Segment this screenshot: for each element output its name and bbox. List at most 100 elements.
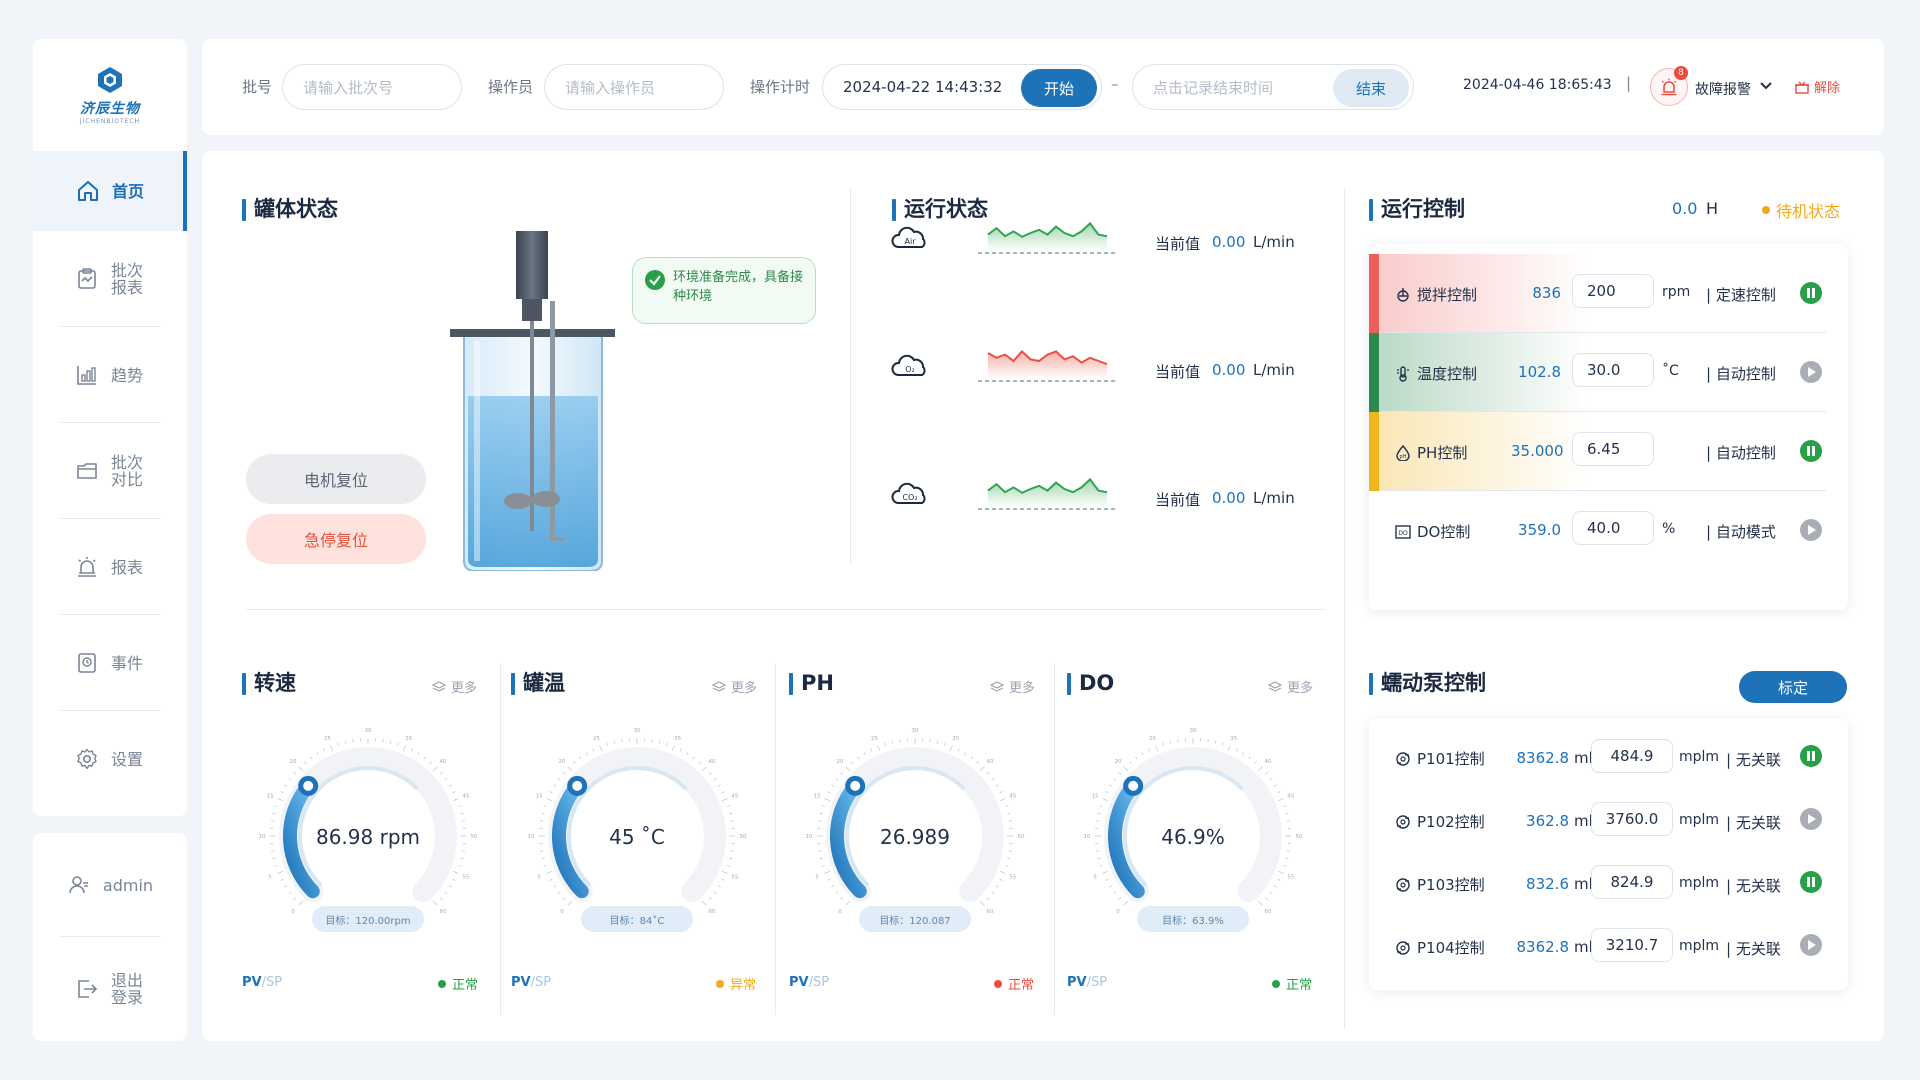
sidebar-item-home[interactable]: 首页 <box>33 151 187 231</box>
gauge-title-0: 转速 <box>242 671 296 695</box>
gas-flow-unit: L/min <box>1253 489 1295 507</box>
pause-icon[interactable] <box>1800 440 1822 462</box>
divider <box>1054 663 1055 1015</box>
sidebar-item-trend[interactable]: 趋势 <box>33 327 187 423</box>
pump-rate-input[interactable]: 3760.0 <box>1591 802 1673 836</box>
pump-rate-input[interactable]: 484.9 <box>1591 739 1673 773</box>
row-accent-bar <box>1369 333 1379 412</box>
sidebar-item-label: 事件 <box>111 653 144 673</box>
pump-rate-input[interactable]: 824.9 <box>1591 865 1673 899</box>
more-link[interactable]: 更多 <box>1268 677 1313 696</box>
gauge-tick-label: 45 <box>731 793 738 799</box>
sidebar-item-label: 首页 <box>111 181 144 201</box>
gas-sparkline <box>978 349 1118 382</box>
pause-icon[interactable] <box>1800 745 1822 767</box>
release-label: 解除 <box>1814 81 1841 96</box>
sidebar-item-events[interactable]: 事件 <box>33 615 187 711</box>
cloud-icon: CO₂ <box>891 482 926 504</box>
motor-reset-button[interactable]: 电机复位 <box>246 454 426 504</box>
gauge-tick-label: 35 <box>405 736 412 742</box>
play-icon[interactable] <box>1800 519 1822 541</box>
main-panel: 罐体状态 环境准备完成，具备接种环境 电机复位 急停复位 运行状态 Air 当前值… <box>202 151 1884 1041</box>
gauge-tick-label: 45 <box>1009 793 1016 799</box>
pump-row-4: P104控制 8362.8 ml 3210.7 mplm | 无关联 <box>1369 915 1848 978</box>
play-icon[interactable] <box>1800 808 1822 830</box>
chevron-down-icon[interactable] <box>1759 75 1773 95</box>
pv-sp-toggle[interactable]: PV/SP <box>242 975 282 990</box>
sidebar-item-label: 批次报表 <box>111 261 144 297</box>
layers-icon <box>990 680 1004 692</box>
gauge-tick-label: 0 <box>838 909 842 915</box>
gear-icon <box>77 748 97 770</box>
gauge-tick-label: 40 <box>440 759 447 765</box>
alarm-lamp-icon <box>78 557 96 577</box>
sidebar-item-batch-report[interactable]: 批次报表 <box>33 231 187 327</box>
release-button[interactable]: 解除 <box>1794 77 1840 96</box>
pv-sp-toggle[interactable]: PV/SP <box>511 975 551 990</box>
pump-label: P101控制 <box>1395 748 1485 769</box>
pump-link-mode[interactable]: | 无关联 <box>1726 938 1781 959</box>
setpoint-unit: % <box>1662 521 1676 537</box>
status-label: 正常 <box>452 978 479 993</box>
operator-input[interactable]: 请输入操作员 <box>544 64 724 110</box>
control-mode[interactable]: | 定速控制 <box>1706 284 1776 305</box>
setpoint-input[interactable]: 40.0 <box>1572 511 1654 545</box>
control-mode[interactable]: | 自动模式 <box>1706 521 1776 542</box>
pause-icon[interactable] <box>1800 871 1822 893</box>
gauge-title-3: DO <box>1067 671 1114 695</box>
pump-volume-unit: ml <box>1574 812 1593 830</box>
status-label: 正常 <box>1008 978 1035 993</box>
setpoint-input[interactable]: 200 <box>1572 274 1654 308</box>
gas-row-1: O₂ 当前值 0.00 L/min <box>890 337 1310 397</box>
environment-notice: 环境准备完成，具备接种环境 <box>632 257 816 324</box>
pause-icon[interactable] <box>1800 282 1822 304</box>
end-button[interactable]: 结束 <box>1333 69 1409 107</box>
status-label: 正常 <box>1286 978 1313 993</box>
gauge-tick-label: 0 <box>291 909 295 915</box>
control-name: DO控制 <box>1417 523 1471 541</box>
setpoint-input[interactable]: 6.45 <box>1572 432 1654 466</box>
play-icon[interactable] <box>1800 361 1822 383</box>
pump-volume: 832.6 <box>1526 875 1569 893</box>
sidebar-item-batch-compare[interactable]: 批次对比 <box>33 423 187 519</box>
pump-icon <box>1396 877 1410 892</box>
user-account[interactable]: admin <box>33 833 187 937</box>
operator-label: 操作员 <box>488 78 534 96</box>
pv-sp-toggle[interactable]: PV/SP <box>1067 975 1107 990</box>
logo-icon <box>98 67 122 93</box>
more-link[interactable]: 更多 <box>990 677 1035 696</box>
pump-rate-unit: mplm <box>1679 875 1720 891</box>
more-label: 更多 <box>1009 681 1036 696</box>
pump-link-mode[interactable]: | 无关联 <box>1726 875 1781 896</box>
sidebar-item-settings[interactable]: 设置 <box>33 711 187 807</box>
pv-sp-toggle[interactable]: PV/SP <box>789 975 829 990</box>
pump-rate-unit: mplm <box>1679 938 1720 954</box>
brand-sub: JICHENBIOTECH <box>79 118 141 125</box>
svg-text:DO: DO <box>1398 530 1408 537</box>
gas-flow-unit: L/min <box>1253 233 1295 251</box>
end-time-field[interactable]: 点击记录结束时间 结束 <box>1132 64 1414 110</box>
estop-reset-button[interactable]: 急停复位 <box>246 514 426 564</box>
start-time-field[interactable]: 2024-04-22 14:43:32 开始 <box>822 64 1102 110</box>
more-link[interactable]: 更多 <box>432 677 477 696</box>
calibrate-button[interactable]: 标定 <box>1739 671 1847 703</box>
setpoint-input[interactable]: 30.0 <box>1572 353 1654 387</box>
gauge-tick-label: 5 <box>815 875 819 881</box>
cloud-icon: Air <box>891 226 926 248</box>
ph-control-row: pH PH控制 35.000 6.45 | 自动控制 <box>1369 412 1848 491</box>
pump-label: P103控制 <box>1395 874 1485 895</box>
sidebar-item-report[interactable]: 报表 <box>33 519 187 615</box>
pump-rate-input[interactable]: 3210.7 <box>1591 928 1673 962</box>
bioreactor-illustration <box>450 231 615 571</box>
logout-button[interactable]: 退出登录 <box>33 937 187 1041</box>
batch-input[interactable]: 请输入批次号 <box>282 64 462 110</box>
more-link[interactable]: 更多 <box>712 677 757 696</box>
start-button[interactable]: 开始 <box>1021 69 1097 107</box>
pump-link-mode[interactable]: | 无关联 <box>1726 749 1781 770</box>
control-mode[interactable]: | 自动控制 <box>1706 363 1776 384</box>
control-mode[interactable]: | 自动控制 <box>1706 442 1776 463</box>
pump-link-mode[interactable]: | 无关联 <box>1726 812 1781 833</box>
control-value: 359.0 <box>1518 521 1561 539</box>
play-icon[interactable] <box>1800 934 1822 956</box>
gauge-tick-label: 20 <box>837 759 844 765</box>
